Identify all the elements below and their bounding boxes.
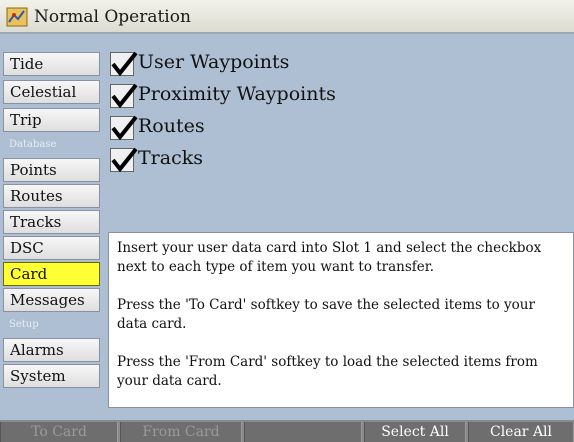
sidebar-item-tracks[interactable]: Tracks: [3, 210, 100, 234]
sidebar-item-alarms[interactable]: Alarms: [3, 338, 100, 362]
window-title: Normal Operation: [34, 7, 191, 27]
sidebar-item-tide[interactable]: Tide: [3, 52, 100, 76]
checkmark-icon[interactable]: [110, 51, 138, 77]
select-all-softkey[interactable]: Select All: [364, 422, 466, 442]
from-card-softkey[interactable]: From Card: [120, 422, 242, 442]
checkmark-icon[interactable]: [110, 115, 138, 141]
help-paragraph-to-card: Press the 'To Card' softkey to save the …: [117, 297, 535, 332]
sidebar-item-messages[interactable]: Messages: [3, 288, 100, 312]
softkey-bar: To Card From Card Select All Clear All: [0, 420, 574, 442]
sidebar-item-celestial[interactable]: Celestial: [3, 80, 100, 104]
checkbox-label: User Waypoints: [138, 51, 290, 73]
checkmark-icon[interactable]: [110, 147, 138, 173]
sidebar-item-points[interactable]: Points: [3, 158, 100, 182]
checkmark-icon[interactable]: [110, 83, 138, 109]
sidebar-header-database: Database: [9, 139, 57, 150]
sidebar: Tide Celestial Trip Database Points Rout…: [0, 34, 103, 414]
chart-icon: [6, 6, 28, 28]
checkbox-routes[interactable]: Routes: [108, 112, 508, 144]
checkbox-label: Routes: [138, 115, 205, 137]
sidebar-item-trip[interactable]: Trip: [3, 108, 100, 132]
help-paragraph-from-card: Press the 'From Card' softkey to load th…: [117, 354, 538, 389]
checkbox-tracks[interactable]: Tracks: [108, 144, 508, 176]
checkbox-label: Proximity Waypoints: [138, 83, 336, 105]
sidebar-item-dsc[interactable]: DSC: [3, 236, 100, 260]
clear-all-softkey[interactable]: Clear All: [468, 422, 574, 442]
blank-softkey[interactable]: [244, 422, 362, 442]
checkbox-user-waypoints[interactable]: User Waypoints: [108, 48, 508, 80]
sidebar-item-card[interactable]: Card: [3, 262, 100, 286]
help-paragraph-insert: Insert your user data card into Slot 1 a…: [117, 240, 542, 275]
sidebar-item-system[interactable]: System: [3, 364, 100, 388]
sidebar-header-setup: Setup: [9, 319, 39, 330]
help-text-panel: Insert your user data card into Slot 1 a…: [108, 232, 574, 408]
title-bar: Normal Operation: [0, 0, 574, 34]
sidebar-item-routes[interactable]: Routes: [3, 184, 100, 208]
to-card-softkey[interactable]: To Card: [0, 422, 118, 442]
checkbox-proximity-waypoints[interactable]: Proximity Waypoints: [108, 80, 508, 112]
checkbox-label: Tracks: [138, 147, 203, 169]
